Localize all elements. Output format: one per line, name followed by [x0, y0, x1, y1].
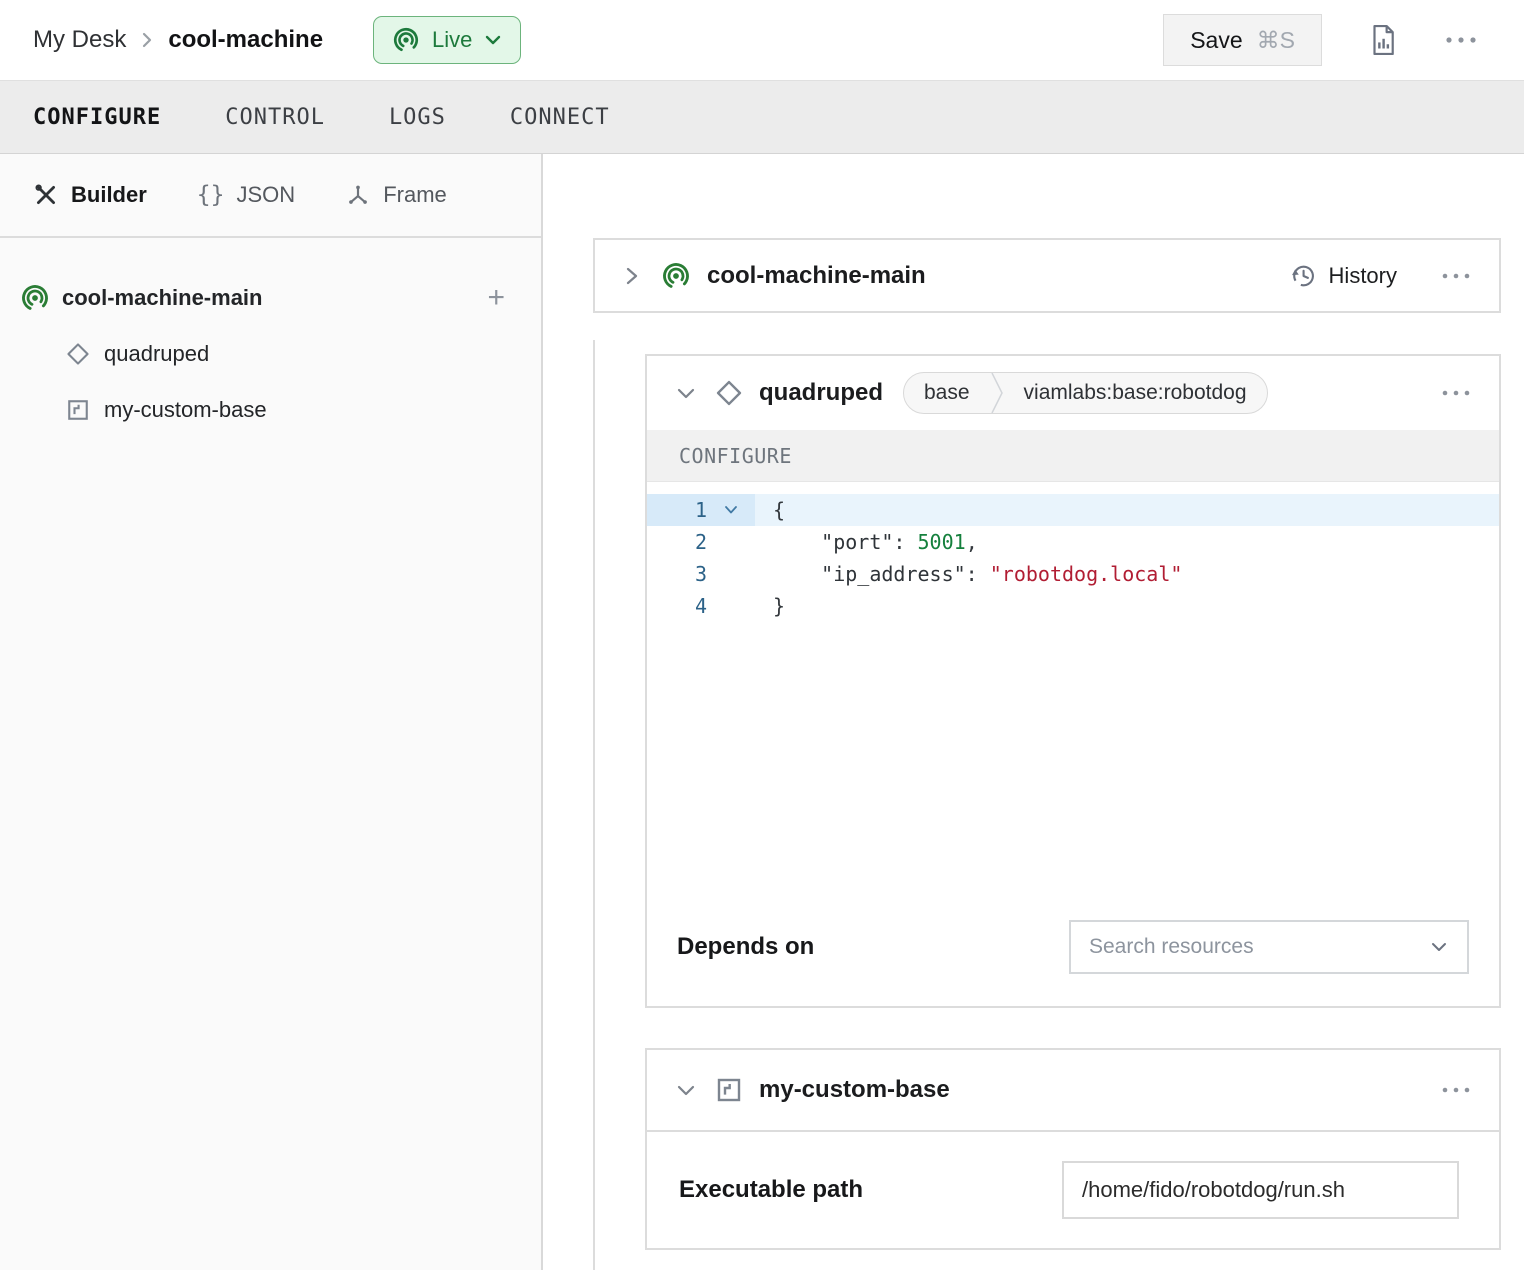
line-number: 2: [647, 530, 707, 554]
quadruped-overflow-menu-icon[interactable]: [1441, 389, 1471, 397]
nesting-connector-line: [593, 340, 595, 1270]
history-label: History: [1329, 263, 1397, 289]
process-icon: [713, 1074, 745, 1106]
tab-control[interactable]: CONTROL: [225, 105, 325, 130]
view-frame-label: Frame: [383, 182, 447, 208]
process-icon: [64, 396, 92, 424]
history-button[interactable]: History: [1289, 262, 1397, 290]
configure-section-label: CONFIGURE: [679, 444, 792, 468]
view-builder[interactable]: Builder: [33, 182, 147, 208]
editor-code: {: [755, 498, 785, 522]
process-card-header: my-custom-base: [647, 1050, 1499, 1132]
frame-axes-icon: [345, 182, 371, 208]
live-chevron-down-icon: [484, 34, 502, 46]
machine-part-icon: [20, 283, 50, 313]
depends-on-row: Depends on: [677, 920, 1469, 974]
save-shortcut: ⌘S: [1257, 27, 1295, 54]
live-broadcast-icon: [392, 26, 420, 54]
top-bar: My Desk cool-machine Live Save ⌘S: [0, 0, 1524, 80]
tree-item-label: my-custom-base: [104, 397, 267, 423]
component-diamond-icon: [713, 377, 745, 409]
quadruped-card-header: quadruped base viamlabs:base:robotdog: [647, 356, 1499, 430]
json-attributes-editor[interactable]: 1 { 2 "port": 5001, 3 "ip_address": "rob…: [647, 482, 1499, 920]
part-card-cool-machine-main: cool-machine-main History: [593, 238, 1501, 313]
view-switcher: Builder {} JSON Frame: [0, 154, 541, 238]
editor-gutter: 3: [647, 558, 755, 590]
part-overflow-menu-icon[interactable]: [1441, 272, 1471, 280]
executable-path-label: Executable path: [679, 1176, 863, 1204]
view-builder-label: Builder: [71, 182, 147, 208]
editor-code: "port": 5001,: [755, 530, 978, 554]
tree-item-label: quadruped: [104, 341, 209, 367]
badge-divider-icon: [990, 372, 1004, 414]
component-card-quadruped: quadruped base viamlabs:base:robotdog CO…: [645, 354, 1501, 1008]
expand-chevron-right-icon[interactable]: [623, 265, 641, 287]
process-overflow-menu-icon[interactable]: [1441, 1086, 1471, 1094]
editor-line[interactable]: 3 "ip_address": "robotdog.local": [647, 558, 1499, 590]
machine-stats-file-icon[interactable]: [1368, 23, 1398, 57]
save-button[interactable]: Save ⌘S: [1163, 14, 1322, 66]
dropdown-chevron-icon: [1429, 940, 1449, 954]
fold-chevron-icon[interactable]: [707, 504, 755, 516]
line-number: 3: [647, 562, 707, 586]
editor-code: "ip_address": "robotdog.local": [755, 562, 1182, 586]
machine-tab-bar: CONFIGURE CONTROL LOGS CONNECT: [0, 80, 1524, 154]
editor-gutter: 1: [647, 494, 755, 526]
tree-item-cool-machine-main[interactable]: cool-machine-main +: [0, 270, 541, 326]
editor-line[interactable]: 2 "port": 5001,: [647, 526, 1499, 558]
executable-path-row: Executable path: [647, 1132, 1499, 1248]
tab-connect[interactable]: CONNECT: [510, 105, 610, 130]
view-json-label: JSON: [237, 182, 296, 208]
tab-configure[interactable]: CONFIGURE: [33, 105, 161, 130]
add-resource-button[interactable]: +: [487, 283, 505, 313]
live-status-label: Live: [432, 27, 472, 53]
breadcrumb-chevron-icon: [140, 30, 154, 50]
config-sidebar: Builder {} JSON Frame: [0, 154, 543, 1270]
tree-item-my-custom-base[interactable]: my-custom-base: [0, 382, 541, 438]
editor-gutter: 4: [647, 590, 755, 622]
depends-on-label: Depends on: [677, 933, 814, 961]
tools-icon: [33, 182, 59, 208]
tree-item-quadruped[interactable]: quadruped: [0, 326, 541, 382]
editor-line[interactable]: 1 {: [647, 494, 1499, 526]
model-badge: base viamlabs:base:robotdog: [903, 372, 1268, 414]
view-json[interactable]: {} JSON: [197, 182, 295, 208]
topbar-overflow-menu-icon[interactable]: [1444, 35, 1478, 45]
process-title: my-custom-base: [759, 1076, 950, 1104]
editor-gutter: 2: [647, 526, 755, 558]
collapse-chevron-down-icon[interactable]: [675, 385, 697, 401]
line-number: 1: [647, 498, 707, 522]
breadcrumb-current: cool-machine: [168, 26, 323, 54]
component-diamond-icon: [64, 340, 92, 368]
braces-icon: {}: [197, 182, 225, 208]
breadcrumb-parent[interactable]: My Desk: [33, 26, 126, 54]
component-title: quadruped: [759, 379, 883, 407]
component-type-badge: base: [904, 381, 990, 405]
editor-line[interactable]: 4 }: [647, 590, 1499, 622]
tab-logs[interactable]: LOGS: [389, 105, 446, 130]
executable-path-input[interactable]: [1062, 1161, 1459, 1219]
history-icon: [1289, 262, 1317, 290]
editor-code: }: [755, 594, 785, 618]
collapse-chevron-down-icon[interactable]: [675, 1082, 697, 1098]
machine-status-dropdown[interactable]: Live: [373, 16, 521, 64]
part-title: cool-machine-main: [707, 262, 926, 290]
process-card-my-custom-base: my-custom-base Executable path: [645, 1048, 1501, 1250]
component-model-badge: viamlabs:base:robotdog: [1004, 381, 1267, 405]
resource-tree: cool-machine-main + quadruped my-custom-…: [0, 238, 541, 438]
line-number: 4: [647, 594, 707, 618]
depends-on-select[interactable]: [1069, 920, 1469, 974]
search-resources-input[interactable]: [1089, 935, 1429, 959]
machine-part-icon: [661, 261, 691, 291]
configure-section-header: CONFIGURE: [647, 430, 1499, 482]
save-label: Save: [1190, 27, 1242, 54]
tree-item-label: cool-machine-main: [62, 285, 262, 311]
view-frame[interactable]: Frame: [345, 182, 447, 208]
